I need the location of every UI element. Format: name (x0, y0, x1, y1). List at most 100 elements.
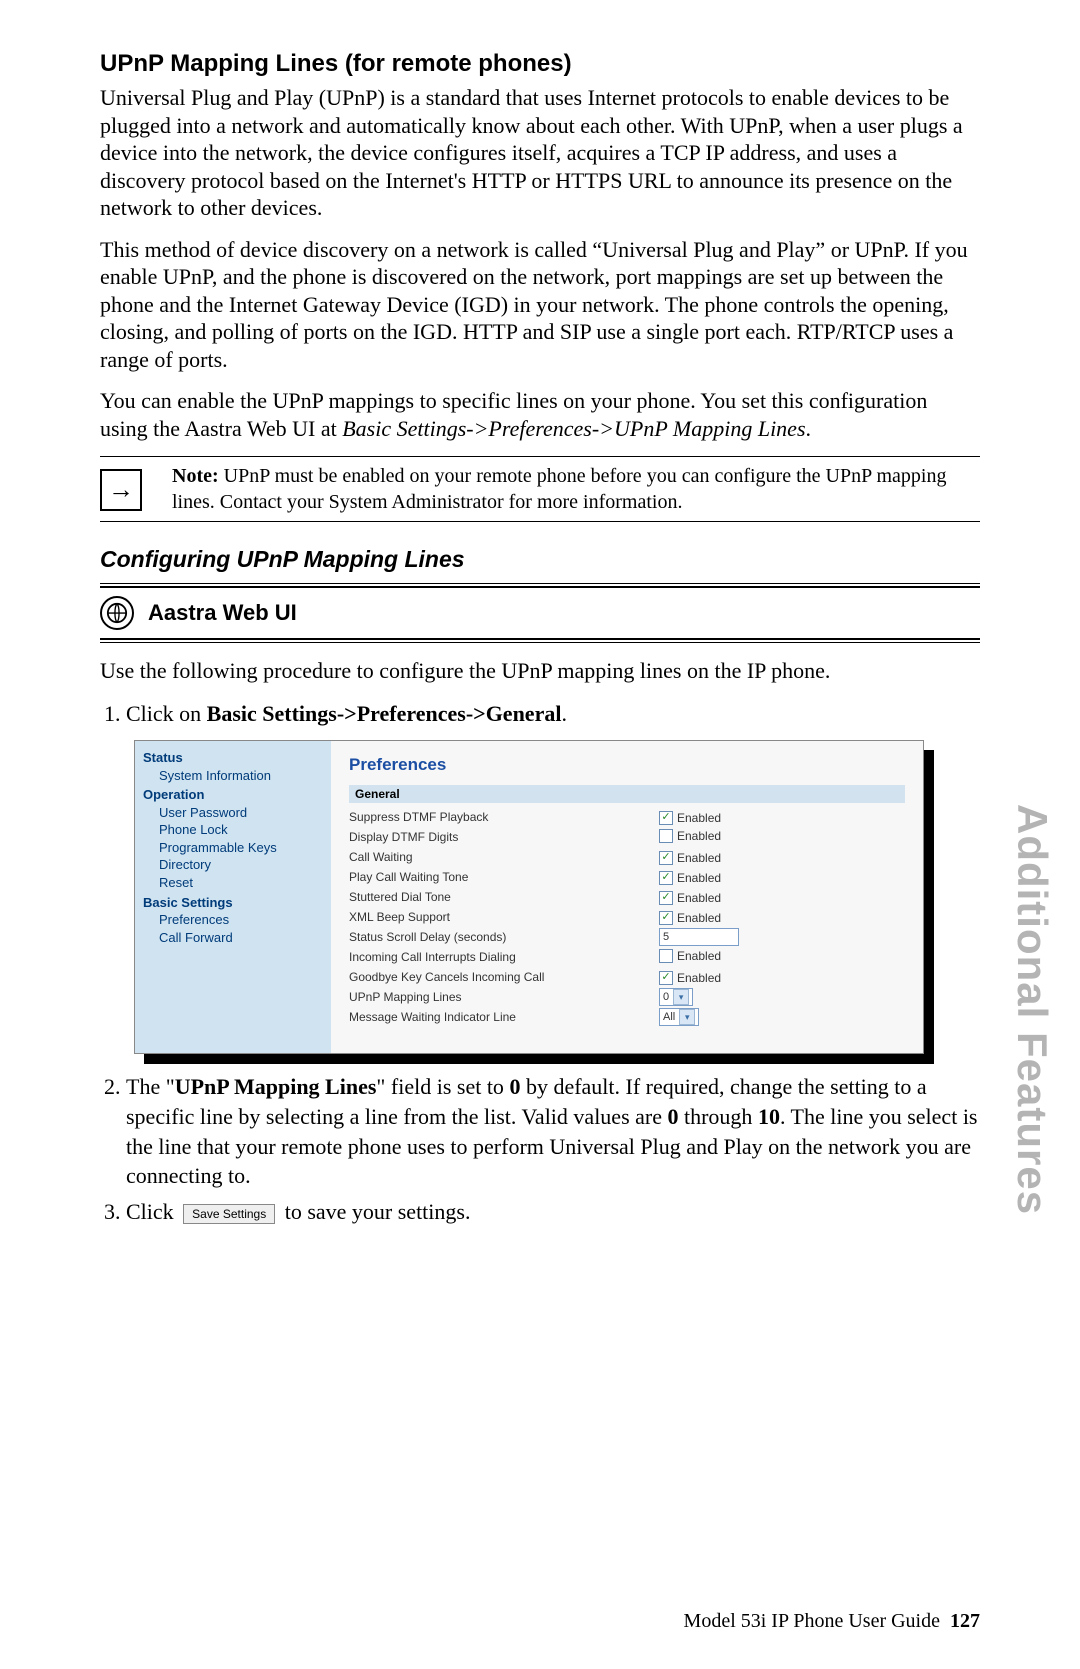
pref-label: Stuttered Dial Tone (349, 890, 659, 904)
divider (100, 583, 980, 584)
paragraph-3: You can enable the UPnP mappings to spec… (100, 387, 980, 442)
checkbox[interactable]: Enabled (659, 949, 721, 963)
webui-block: Aastra Web UI (100, 583, 980, 643)
s2b: UPnP Mapping Lines (175, 1074, 377, 1099)
nav-prefs[interactable]: Preferences (159, 911, 323, 929)
screenshot-main: Preferences General Suppress DTMF Playba… (331, 741, 923, 1053)
checkbox-text: Enabled (677, 949, 721, 963)
note-text: Note: UPnP must be enabled on your remot… (172, 463, 980, 515)
s1b: Basic Settings->Preferences->General (207, 701, 562, 726)
intro-paragraph: Use the following procedure to configure… (100, 657, 980, 685)
note-block: → Note: UPnP must be enabled on your rem… (100, 463, 980, 515)
checkbox-box-icon: ✓ (659, 891, 673, 905)
checkbox[interactable]: ✓Enabled (659, 871, 721, 885)
divider (100, 638, 980, 640)
chevron-down-icon: ▾ (673, 989, 689, 1005)
nav-operation[interactable]: Operation (143, 786, 323, 804)
s2f: 0 (667, 1104, 678, 1129)
checkbox[interactable]: ✓Enabled (659, 971, 721, 985)
step-list-cont: The "UPnP Mapping Lines" field is set to… (100, 1072, 980, 1226)
s1c: . (561, 701, 567, 726)
pref-control: Enabled (659, 829, 905, 846)
pref-row: Suppress DTMF Playback✓Enabled (349, 807, 905, 827)
divider (100, 586, 980, 588)
checkbox-box-icon: ✓ (659, 871, 673, 885)
general-bar: General (349, 785, 905, 803)
pref-label: Status Scroll Delay (seconds) (349, 930, 659, 944)
paragraph-2: This method of device discovery on a net… (100, 236, 980, 374)
step-1: Click on Basic Settings->Preferences->Ge… (126, 699, 980, 729)
checkbox-box-icon (659, 829, 673, 843)
note-label: Note: (172, 465, 219, 487)
s2g: through (678, 1104, 757, 1129)
pref-label: Goodbye Key Cancels Incoming Call (349, 970, 659, 984)
pref-row: Display DTMF DigitsEnabled (349, 827, 905, 847)
pref-control: ✓ Enabled (659, 849, 905, 865)
pref-row: Stuttered Dial Tone✓ Enabled (349, 887, 905, 907)
pref-row: Message Waiting Indicator LineAll▾ (349, 1007, 905, 1027)
preferences-screenshot: Status System Information Operation User… (134, 740, 924, 1054)
checkbox[interactable]: ✓ Enabled (659, 911, 721, 925)
pref-label: Play Call Waiting Tone (349, 870, 659, 884)
nav-sysinfo[interactable]: System Information (159, 767, 323, 785)
nav-callfwd[interactable]: Call Forward (159, 929, 323, 947)
select-value: All (663, 1011, 675, 1023)
p3-path: Basic Settings->Preferences->UPnP Mappin… (342, 416, 805, 441)
checkbox[interactable]: ✓ Enabled (659, 891, 721, 905)
pref-row: XML Beep Support✓ Enabled (349, 907, 905, 927)
pref-label: XML Beep Support (349, 910, 659, 924)
select-input[interactable]: All▾ (659, 1008, 699, 1026)
select-input[interactable]: 0▾ (659, 988, 693, 1006)
nav-basic[interactable]: Basic Settings (143, 894, 323, 912)
checkbox-box-icon: ✓ (659, 811, 673, 825)
webui-label: Aastra Web UI (148, 600, 297, 626)
pref-row: Status Scroll Delay (seconds)5 (349, 927, 905, 947)
select-value: 0 (663, 991, 669, 1003)
p3-c: . (806, 416, 812, 441)
pref-label: UPnP Mapping Lines (349, 990, 659, 1004)
screenshot-nav: Status System Information Operation User… (135, 741, 331, 1053)
pref-control: ✓Enabled (659, 809, 905, 825)
divider (100, 456, 980, 457)
section-heading: UPnP Mapping Lines (for remote phones) (100, 50, 980, 78)
pref-control: ✓ Enabled (659, 889, 905, 905)
pref-label: Incoming Call Interrupts Dialing (349, 950, 659, 964)
s3a: Click (126, 1199, 179, 1224)
nav-directory[interactable]: Directory (159, 856, 323, 874)
nav-status[interactable]: Status (143, 749, 323, 767)
save-settings-button[interactable]: Save Settings (183, 1204, 275, 1224)
s1a: Click on (126, 701, 207, 726)
pref-control: ✓Enabled (659, 869, 905, 885)
checkbox-box-icon: ✓ (659, 851, 673, 865)
pref-control: All▾ (659, 1008, 905, 1026)
pref-row: Call Waiting✓Enabled (349, 847, 905, 867)
globe-icon (100, 596, 134, 630)
checkbox[interactable]: Enabled (659, 829, 721, 843)
footer-text: Model 53i IP Phone User Guide (684, 1610, 940, 1632)
checkbox[interactable]: ✓ Enabled (659, 851, 721, 865)
checkbox-box-icon: ✓ (659, 911, 673, 925)
pref-row: Play Call Waiting Tone✓Enabled (349, 867, 905, 887)
checkbox-text: Enabled (677, 911, 721, 925)
pref-row: Goodbye Key Cancels Incoming Call✓Enable… (349, 967, 905, 987)
nav-userpw[interactable]: User Password (159, 804, 323, 822)
pref-row: UPnP Mapping Lines0▾ (349, 987, 905, 1007)
note-arrow-icon: → (100, 469, 142, 511)
checkbox-box-icon (659, 949, 673, 963)
s2h: 10 (758, 1104, 780, 1129)
nav-progkeys[interactable]: Programmable Keys (159, 839, 323, 857)
divider (100, 521, 980, 522)
divider (100, 642, 980, 643)
checkbox-text: Enabled (677, 891, 721, 905)
nav-phonelock[interactable]: Phone Lock (159, 821, 323, 839)
paragraph-1: Universal Plug and Play (UPnP) is a stan… (100, 84, 980, 222)
checkbox-text: Enabled (677, 971, 721, 985)
checkbox[interactable]: ✓Enabled (659, 811, 721, 825)
pref-row: Incoming Call Interrupts Dialing Enabled (349, 947, 905, 967)
number-input[interactable]: 5 (659, 928, 739, 946)
s3c: to save your settings. (279, 1199, 470, 1224)
checkbox-text: Enabled (677, 851, 721, 865)
globe-svg (106, 602, 128, 624)
side-tab-label: Additional Features (1008, 804, 1056, 1215)
nav-reset[interactable]: Reset (159, 874, 323, 892)
